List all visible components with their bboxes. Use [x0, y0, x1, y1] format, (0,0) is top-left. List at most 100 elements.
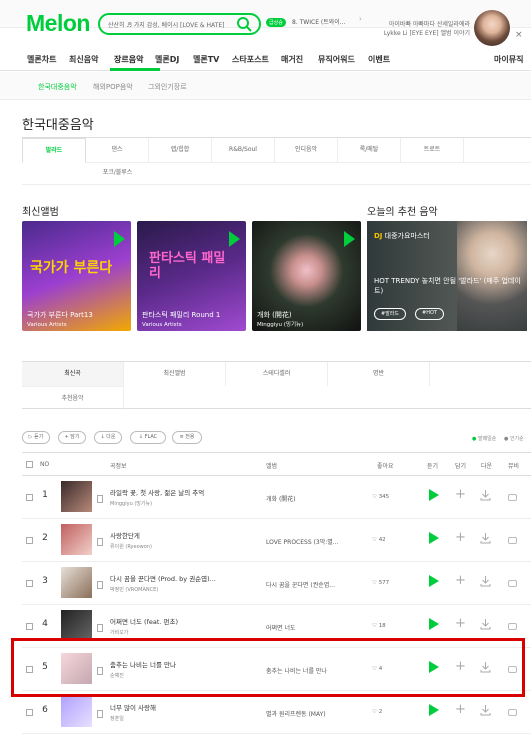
nav-chart[interactable]: 멜론차트: [27, 54, 56, 65]
album-title[interactable]: 판타스틱 패밀리 Round 1: [142, 310, 220, 320]
album-thumbnail[interactable]: [61, 524, 92, 555]
song-album[interactable]: 어쩌면 너도: [266, 623, 368, 632]
subnav-kpop[interactable]: 한국대중음악: [38, 82, 77, 92]
nav-mymusic[interactable]: 마이뮤직: [494, 54, 523, 65]
nav-tv[interactable]: 멜론TV: [193, 54, 219, 65]
nav-starpost[interactable]: 스타포스트: [232, 54, 269, 65]
add-icon[interactable]: +: [455, 531, 466, 544]
album-thumbnail[interactable]: [61, 567, 92, 598]
like-button[interactable]: ♡ 345: [372, 494, 389, 500]
filter-listen[interactable]: ▷ 듣기: [22, 431, 50, 444]
row-checkbox[interactable]: [26, 580, 33, 587]
album-thumbnail[interactable]: [61, 610, 92, 641]
album-card[interactable]: 국가가 부른다 국가가 부른다 Part13 Various Artists: [22, 221, 131, 331]
song-artist[interactable]: 가비오가: [110, 629, 236, 636]
song-artist[interactable]: 박정민 (VROMANCE): [110, 586, 236, 593]
add-icon[interactable]: +: [455, 617, 466, 630]
album-title[interactable]: 개화 (開花): [257, 310, 292, 320]
download-icon[interactable]: [480, 532, 491, 544]
tab-recommend[interactable]: 추천음악: [22, 386, 124, 410]
sort-popular[interactable]: ● 발매일순: [472, 435, 496, 442]
song-info-icon[interactable]: [97, 538, 103, 546]
play-icon[interactable]: [429, 704, 439, 716]
tab-rock[interactable]: 록/메탈: [338, 138, 401, 163]
tab-hiphop[interactable]: 랩/힙합: [149, 138, 212, 163]
subnav-other[interactable]: 그외인기장르: [148, 82, 187, 92]
like-button[interactable]: ♡ 18: [372, 623, 386, 629]
album-artist[interactable]: Various Artists: [142, 322, 182, 328]
song-artist[interactable]: Minggiyu (밍기뉴): [110, 500, 236, 507]
nav-new[interactable]: 최신음악: [69, 54, 98, 65]
filter-flac[interactable]: ↓ FLAC: [130, 431, 166, 444]
song-album[interactable]: 다시 꿈을 꾼다면 (권순엽...: [266, 580, 368, 589]
chevron-right-icon[interactable]: ›: [359, 15, 362, 23]
download-icon[interactable]: [480, 704, 491, 716]
song-title[interactable]: 너무 많이 사랑해: [110, 702, 236, 712]
song-album[interactable]: 개화 (開花): [266, 494, 368, 503]
melon-logo[interactable]: Melon: [26, 10, 90, 37]
row-checkbox[interactable]: [26, 709, 33, 716]
promo-text-2[interactable]: Lykke Li [EYE EYE] 앨범 이야기: [380, 28, 470, 37]
song-title[interactable]: 라일락 꽃, 첫 사랑, 젊은 날의 추억: [110, 487, 236, 497]
tab-dance[interactable]: 댄스: [86, 138, 149, 163]
add-icon[interactable]: +: [455, 488, 466, 501]
play-icon[interactable]: [114, 231, 125, 247]
mv-icon[interactable]: [508, 709, 517, 716]
nav-dj[interactable]: 멜론DJ: [155, 54, 179, 65]
nav-award[interactable]: 뮤직어워드: [318, 54, 355, 65]
subnav-pop[interactable]: 해외POP음악: [93, 82, 133, 92]
filter-add[interactable]: + 담기: [58, 431, 86, 444]
mv-icon[interactable]: [508, 623, 517, 630]
promo-text-1[interactable]: 아이바빠 아빠마다 산세일라에라: [380, 19, 470, 28]
album-artist[interactable]: Various Artists: [27, 322, 67, 328]
tab-folk[interactable]: 포크/블루스: [86, 163, 149, 188]
tab-indie[interactable]: 인디음악: [275, 138, 338, 163]
song-info-icon[interactable]: [97, 495, 103, 503]
song-info-icon[interactable]: [97, 624, 103, 632]
play-icon[interactable]: [344, 231, 355, 247]
song-album[interactable]: 별과 원리프렌동 (MAY): [266, 709, 368, 718]
album-card[interactable]: 판타스틱 패밀리 판타스틱 패밀리 Round 1 Various Artist…: [137, 221, 246, 331]
nav-event[interactable]: 이벤트: [368, 54, 390, 65]
song-title[interactable]: 다시 꿈을 꾼다면 (Prod. by 권순엽)...: [110, 573, 236, 583]
mv-icon[interactable]: [508, 580, 517, 587]
mv-icon[interactable]: [508, 537, 517, 544]
tab-classic[interactable]: 명반: [328, 362, 430, 386]
tab-steady[interactable]: 스테디셀러: [226, 362, 328, 386]
tab-ballad[interactable]: 발라드: [22, 138, 86, 163]
search-icon[interactable]: [234, 14, 254, 34]
row-checkbox[interactable]: [26, 537, 33, 544]
like-button[interactable]: ♡ 577: [372, 580, 389, 586]
tab-rnb[interactable]: R&B/Soul: [212, 138, 275, 163]
play-icon[interactable]: [429, 489, 439, 501]
download-icon[interactable]: [480, 575, 491, 587]
song-artist[interactable]: 류이원 (Ryeowon): [110, 543, 236, 550]
sort-recent[interactable]: ● 인기순: [504, 435, 524, 442]
recommend-text[interactable]: HOT TRENDY 놓치면 안될 '발라드' (매주 업데이트): [374, 276, 524, 296]
nav-magazine[interactable]: 매거진: [281, 54, 303, 65]
play-icon[interactable]: [429, 618, 439, 630]
recommend-card[interactable]: DJ 대중가요마스터 HOT TRENDY 놓치면 안될 '발라드' (매주 업…: [367, 221, 527, 331]
play-icon[interactable]: [429, 532, 439, 544]
hashtag-button[interactable]: #발라드: [374, 308, 406, 320]
album-thumbnail[interactable]: [61, 481, 92, 512]
album-artist[interactable]: Minggi​yu (밍기뉴): [257, 320, 303, 328]
close-icon[interactable]: ×: [515, 30, 523, 40]
tab-trot[interactable]: 트로트: [401, 138, 464, 163]
mv-icon[interactable]: [508, 494, 517, 501]
add-icon[interactable]: +: [455, 574, 466, 587]
play-icon[interactable]: [229, 231, 240, 247]
song-info-icon[interactable]: [97, 581, 103, 589]
row-checkbox[interactable]: [26, 623, 33, 630]
song-artist[interactable]: 정훈일: [110, 715, 236, 722]
song-info-icon[interactable]: [97, 710, 103, 718]
play-icon[interactable]: [429, 575, 439, 587]
filter-down[interactable]: ↓ 다운: [94, 431, 122, 444]
album-thumbnail[interactable]: [61, 696, 92, 727]
add-icon[interactable]: +: [455, 703, 466, 716]
like-button[interactable]: ♡ 2: [372, 709, 382, 715]
download-icon[interactable]: [480, 489, 491, 501]
promo-avatar[interactable]: [474, 10, 510, 46]
song-title[interactable]: 어쩌면 너도 (feat. 펀초): [110, 616, 236, 626]
download-icon[interactable]: [480, 618, 491, 630]
